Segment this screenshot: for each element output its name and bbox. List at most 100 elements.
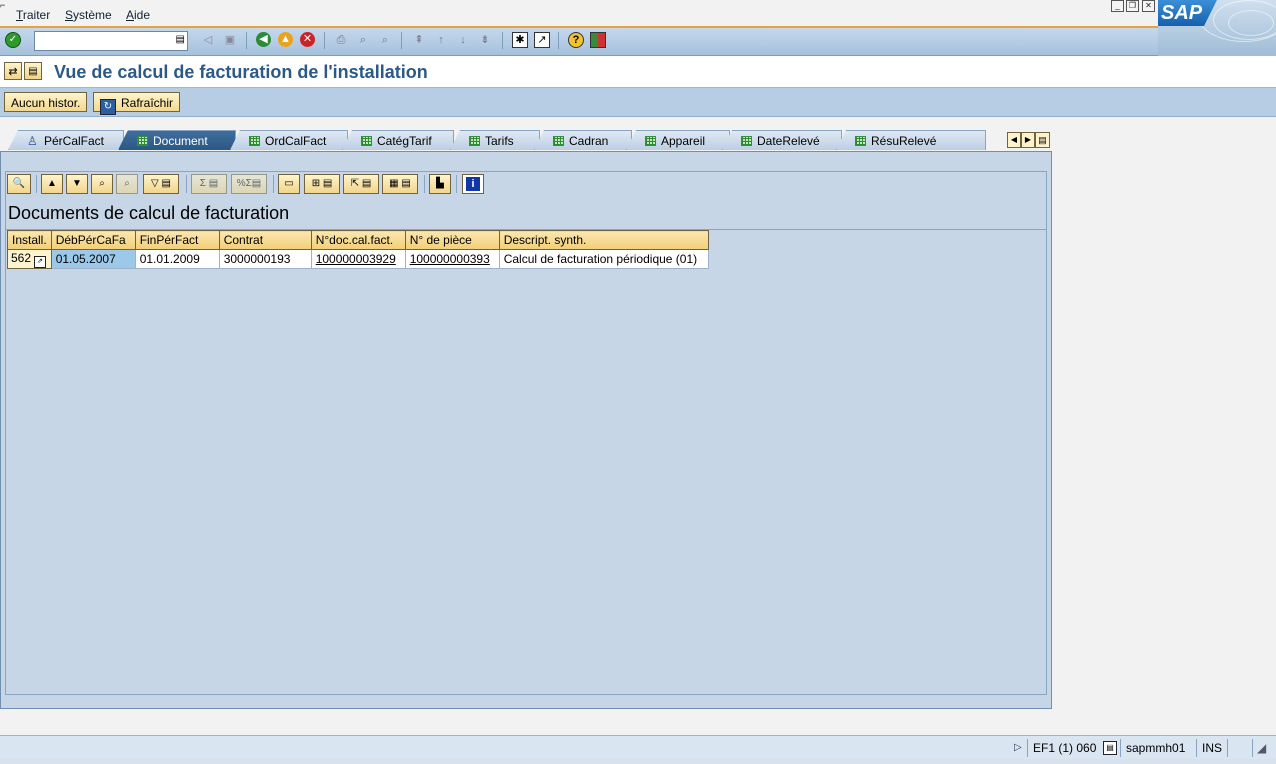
alv-toolbar: 🔍 ▲ ▼ ⌕ ⌕ ▽ ▤ Σ ▤ %Σ▤ ▭ ⊞ ▤ ⇱ ▤ ▦ ▤ ▙ i bbox=[6, 172, 1046, 196]
tab-label: PérCalFact bbox=[44, 134, 105, 148]
column-header-contrat[interactable]: Contrat bbox=[218, 230, 312, 250]
piece-link[interactable]: 100000000393 bbox=[410, 252, 490, 266]
restore-icon[interactable]: ❐ bbox=[1126, 0, 1139, 12]
help-icon[interactable]: ? bbox=[568, 32, 584, 48]
toolbar-separator bbox=[502, 32, 503, 49]
new-session-icon[interactable]: ✱ bbox=[512, 32, 528, 48]
cancel-icon[interactable]: ✕ bbox=[300, 32, 315, 47]
no-history-button[interactable]: Aucun histor. bbox=[4, 92, 88, 112]
menu-dropdown-icon[interactable]: ▤ bbox=[24, 62, 42, 80]
cell-ndoc-cal-fact[interactable]: 100000003929 bbox=[310, 249, 406, 269]
tab-scroll-right-icon[interactable]: ▶ bbox=[1021, 132, 1035, 148]
standard-toolbar: ✓ ▤ ◁ ▣ ◀ ▲ ✕ ⎙ ⌕ ⌕ ⇞ ↑ ↓ ⇟ ✱ ↗ ? bbox=[0, 28, 1158, 56]
table-icon bbox=[741, 136, 752, 146]
previous-page-icon[interactable]: ↑ bbox=[433, 32, 449, 48]
table-row[interactable]: 562 ⇗ 01.05.2007 01.01.2009 3000000193 10… bbox=[7, 249, 709, 269]
dropdown-icon[interactable]: ▤ bbox=[176, 34, 185, 45]
doc-link[interactable]: 100000003929 bbox=[316, 252, 396, 266]
exit-icon[interactable]: ▲ bbox=[278, 32, 293, 47]
info-icon[interactable]: i bbox=[462, 174, 484, 194]
cell-debpercafa[interactable]: 01.05.2007 bbox=[50, 249, 136, 269]
tab-cadran[interactable]: Cadran bbox=[534, 130, 632, 150]
column-header-ndoc-cal-fact[interactable]: N°doc.cal.fact. bbox=[310, 230, 406, 250]
find-icon[interactable]: ⌕ bbox=[91, 174, 113, 194]
alv-separator bbox=[273, 175, 274, 193]
views-icon[interactable]: ⊞ ▤ bbox=[304, 174, 340, 194]
cell-install[interactable]: 562 ⇗ bbox=[7, 249, 52, 269]
find-icon[interactable]: ⌕ bbox=[355, 32, 371, 48]
back-icon[interactable]: ◀ bbox=[256, 32, 271, 47]
title-bar: ⇄ ▤ Vue de calcul de facturation de l'in… bbox=[0, 56, 1276, 88]
status-separator bbox=[1120, 739, 1121, 757]
refresh-icon: ↻ bbox=[100, 99, 116, 115]
menu-bar: ⌐ Traiter Système Aide _ ❐ ✕ bbox=[0, 0, 1276, 28]
tab-percalfact[interactable]: ♙ PérCalFact bbox=[8, 130, 124, 150]
column-header-n-de-piece[interactable]: N° de pièce bbox=[404, 230, 500, 250]
cell-finperfact[interactable]: 01.01.2009 bbox=[134, 249, 220, 269]
tab-appareil[interactable]: Appareil bbox=[626, 130, 730, 150]
cell-descript-synth[interactable]: Calcul de facturation périodique (01) bbox=[498, 249, 709, 269]
next-page-icon[interactable]: ↓ bbox=[455, 32, 471, 48]
alv-separator bbox=[186, 175, 187, 193]
table-icon bbox=[553, 136, 564, 146]
table-icon bbox=[855, 136, 866, 146]
resize-grip-icon[interactable]: ◢ bbox=[1257, 740, 1266, 756]
print-icon[interactable]: ⎙ bbox=[333, 32, 349, 48]
details-icon[interactable]: 🔍 bbox=[7, 174, 31, 194]
tab-strip: ♙ PérCalFact Document OrdCalFact CatégTar… bbox=[0, 130, 1060, 152]
alv-separator bbox=[424, 175, 425, 193]
cell-n-de-piece[interactable]: 100000000393 bbox=[404, 249, 500, 269]
tab-tarifs[interactable]: Tarifs bbox=[450, 130, 540, 150]
menu-aide[interactable]: Aide bbox=[126, 8, 150, 22]
menu-traiter[interactable]: Traiter bbox=[16, 8, 50, 22]
alv-separator bbox=[36, 175, 37, 193]
status-expand-icon[interactable]: ▷ bbox=[1014, 740, 1022, 756]
taskbar-edge bbox=[0, 759, 1276, 764]
column-header-install[interactable]: Install. bbox=[7, 230, 52, 250]
cell-contrat[interactable]: 3000000193 bbox=[218, 249, 312, 269]
sort-descending-icon[interactable]: ▼ bbox=[66, 174, 88, 194]
minimize-icon[interactable]: _ bbox=[1111, 0, 1124, 12]
shortcut-icon[interactable]: ↗ bbox=[534, 32, 550, 48]
tab-datereleve[interactable]: DateRelevé bbox=[722, 130, 842, 150]
popup-icon[interactable]: ⇗ bbox=[34, 255, 47, 268]
filter-icon[interactable]: ▽ ▤ bbox=[143, 174, 179, 194]
column-header-finperfact[interactable]: FinPérFact bbox=[134, 230, 220, 250]
column-header-debpercafa[interactable]: DébPérCaFa bbox=[50, 230, 136, 250]
tab-ordcalfact[interactable]: OrdCalFact bbox=[230, 130, 348, 150]
system-info-dropdown-icon[interactable]: ▤ bbox=[1103, 741, 1117, 755]
layout-icon[interactable]: ▦ ▤ bbox=[382, 174, 418, 194]
toolbar-separator bbox=[558, 32, 559, 49]
status-separator bbox=[1027, 739, 1028, 757]
close-window-icon[interactable]: ✕ bbox=[1142, 0, 1155, 12]
tab-list-icon[interactable]: ▤ bbox=[1035, 132, 1050, 148]
tab-label: Cadran bbox=[569, 134, 609, 148]
toolbar-separator bbox=[401, 32, 402, 49]
column-header-descript-synth[interactable]: Descript. synth. bbox=[498, 230, 709, 250]
refresh-label: Rafraîchir bbox=[121, 96, 174, 110]
display-change-icon[interactable]: ⇄ bbox=[4, 62, 22, 80]
command-field[interactable]: ▤ bbox=[34, 31, 188, 51]
application-toolbar: Aucun histor. ↻ Rafraîchir bbox=[0, 88, 1276, 117]
grid-title: Documents de calcul de facturation bbox=[8, 203, 290, 223]
first-page-icon[interactable]: ⇞ bbox=[411, 32, 427, 48]
print-preview-icon[interactable]: ▭ bbox=[278, 174, 300, 194]
window-system-icon[interactable]: ⌐ bbox=[0, 0, 10, 10]
find-next-icon: ⌕ bbox=[116, 174, 138, 194]
system-info: EF1 (1) 060 bbox=[1033, 741, 1097, 755]
save-icon[interactable]: ▣ bbox=[222, 32, 238, 48]
tab-document[interactable]: Document bbox=[118, 130, 236, 150]
enter-check-icon[interactable]: ✓ bbox=[5, 32, 21, 48]
tab-categtarif[interactable]: CatégTarif bbox=[342, 130, 454, 150]
sort-ascending-icon[interactable]: ▲ bbox=[41, 174, 63, 194]
refresh-button[interactable]: ↻ Rafraîchir bbox=[93, 92, 181, 115]
export-icon[interactable]: ⇱ ▤ bbox=[343, 174, 379, 194]
find-next-icon[interactable]: ⌕ bbox=[377, 32, 393, 48]
table-header-row: Install. DébPérCaFa FinPérFact Contrat N… bbox=[7, 230, 709, 250]
tab-resureleve[interactable]: RésuRelevé bbox=[836, 130, 986, 150]
last-page-icon[interactable]: ⇟ bbox=[477, 32, 493, 48]
tab-scroll-left-icon[interactable]: ◀ bbox=[1007, 132, 1021, 148]
graphic-icon[interactable]: ▙ bbox=[429, 174, 451, 194]
layout-menu-icon[interactable] bbox=[590, 32, 606, 48]
menu-systeme[interactable]: Système bbox=[65, 8, 112, 22]
